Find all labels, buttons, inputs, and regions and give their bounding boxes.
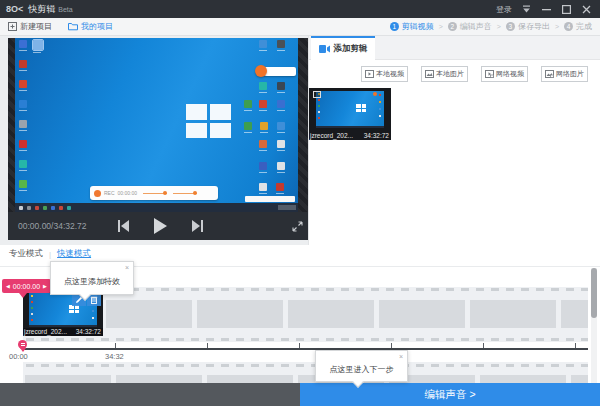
- tooltip-close-icon[interactable]: ×: [399, 353, 403, 360]
- step-arrow-icon: >: [439, 23, 443, 30]
- player-timecode: 00:00.00/34:32.72: [18, 221, 87, 231]
- mode-professional[interactable]: 专业模式: [9, 248, 43, 260]
- fullscreen-button[interactable]: [292, 221, 303, 232]
- step-finish[interactable]: 4 完成: [564, 21, 592, 32]
- panel-tabstrip: 添加剪辑: [309, 36, 600, 60]
- web-video-icon: [485, 70, 494, 78]
- image-file-icon: [425, 70, 434, 78]
- scrollbar-handle[interactable]: [591, 268, 597, 318]
- timeline-section: 专业模式 | 快速模式: [0, 245, 600, 406]
- desktop-taskbar: [15, 203, 298, 212]
- playhead-marker[interactable]: [18, 340, 27, 349]
- player-controls: 00:00.00/34:32.72: [8, 212, 308, 240]
- timeline-track-video[interactable]: jzrecord_202... 34:32:72: [23, 287, 588, 342]
- video-camera-icon: [319, 45, 330, 53]
- close-button[interactable]: [576, 0, 596, 18]
- new-project-label: 新建项目: [20, 21, 52, 32]
- media-library-clip[interactable]: jzrecord_202... 34:32:72: [309, 88, 391, 140]
- web-image-icon: [545, 70, 554, 78]
- step-arrow-icon: >: [497, 23, 501, 30]
- video-canvas: REC00:00:00: [8, 38, 308, 212]
- timeline-clip-filename: jzrecord_202...: [24, 328, 67, 335]
- clip-duration: 34:32:72: [364, 132, 389, 139]
- folder-icon: [68, 22, 78, 31]
- web-image-button[interactable]: 网络图片: [541, 66, 588, 82]
- add-clip-panel: 添加剪辑 本地视频 本地图片 网络视频 网络图片: [308, 36, 600, 245]
- timeline-clip[interactable]: jzrecord_202... 34:32:72: [23, 291, 103, 336]
- badge-left-arrow-icon[interactable]: ◀: [6, 283, 10, 289]
- beta-label: Beta: [58, 6, 72, 13]
- camera-overlay-icon: [313, 91, 321, 98]
- video-frame-desktop: REC00:00:00: [15, 38, 298, 212]
- main-menu-icon[interactable]: [516, 0, 536, 18]
- video-file-icon: [365, 70, 374, 78]
- vertical-scrollbar[interactable]: [591, 268, 597, 383]
- video-preview-area: REC00:00:00 00:00.00/34:32.72: [0, 36, 308, 245]
- next-frame-button[interactable]: [192, 220, 203, 232]
- minimize-button[interactable]: [536, 0, 556, 18]
- mode-quick[interactable]: 快速模式: [57, 248, 91, 260]
- step-save-export[interactable]: 3 保存导出: [506, 21, 550, 32]
- tooltip-add-effects: × 点这里添加特效: [50, 261, 134, 295]
- timeline-clip-duration: 34:32:72: [76, 328, 101, 335]
- mode-switcher: 专业模式 | 快速模式: [9, 248, 91, 260]
- new-project-button[interactable]: 新建项目: [8, 21, 52, 32]
- step-arrow-icon: >: [555, 23, 559, 30]
- titlebar: 8O< 快剪辑 Beta 登录: [0, 0, 600, 18]
- local-image-button[interactable]: 本地图片: [421, 66, 468, 82]
- ruler-label: 34:32: [105, 352, 124, 361]
- ruler-label: 00:00: [9, 352, 28, 361]
- timeline-ruler[interactable]: [23, 348, 588, 350]
- tab-add-clip-label: 添加剪辑: [334, 43, 368, 55]
- trash-icon: [90, 296, 98, 304]
- app-title: 快剪辑: [28, 3, 55, 16]
- tooltip-close-icon[interactable]: ×: [125, 264, 129, 271]
- tray-popup: [245, 196, 295, 202]
- maximize-button[interactable]: [556, 0, 576, 18]
- project-toolbar: 新建项目 我的项目 1 剪辑视频 > 2 编辑声音 > 3 保存导出 > 4: [0, 18, 600, 36]
- web-video-button[interactable]: 网络视频: [481, 66, 528, 82]
- my-projects-label: 我的项目: [81, 21, 113, 32]
- tab-add-clip[interactable]: 添加剪辑: [311, 36, 375, 60]
- my-projects-button[interactable]: 我的项目: [68, 21, 113, 32]
- prev-frame-button[interactable]: [118, 220, 129, 232]
- workflow-steps: 1 剪辑视频 > 2 编辑声音 > 3 保存导出 > 4 完成: [390, 21, 592, 32]
- play-button[interactable]: [154, 218, 167, 234]
- plus-box-icon: [8, 22, 17, 31]
- login-button[interactable]: 登录: [496, 4, 512, 15]
- local-video-button[interactable]: 本地视频: [361, 66, 408, 82]
- recorder-toolbar-overlay: REC00:00:00: [90, 186, 218, 200]
- step-edit-sound[interactable]: 2 编辑声音: [448, 21, 492, 32]
- tooltip-next-step: × 点这里进入下一步: [315, 350, 408, 382]
- footer-spacer: [0, 383, 300, 406]
- recorder-float-button: [255, 65, 297, 78]
- step-edit-video[interactable]: 1 剪辑视频: [390, 21, 434, 32]
- app-window: 8O< 快剪辑 Beta 登录 新建项目 我的项目: [0, 0, 600, 406]
- windows-logo: [186, 104, 231, 138]
- clip-filename: jzrecord_202...: [310, 132, 353, 139]
- app-logo: 8O<: [6, 4, 23, 14]
- badge-right-arrow-icon[interactable]: ▶: [43, 283, 47, 289]
- edit-sound-button[interactable]: 编辑声音 >: [300, 383, 600, 406]
- import-buttons: 本地视频 本地图片 网络视频 网络图片: [361, 66, 588, 82]
- playhead-time-badge[interactable]: ◀ 00:00.00 ▶: [2, 279, 51, 293]
